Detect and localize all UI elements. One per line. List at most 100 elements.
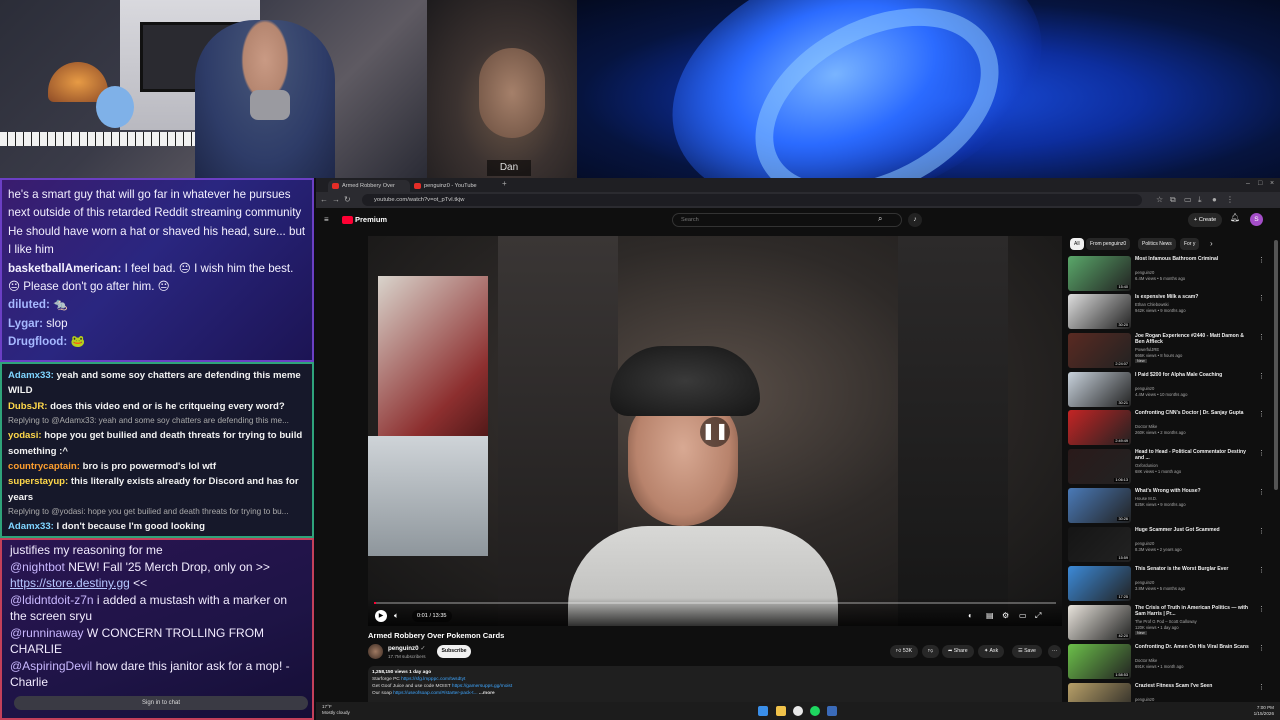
video-thumbnail[interactable]: 17:25: [1068, 566, 1131, 601]
sign-in-to-chat-button[interactable]: Sign in to chat: [14, 696, 308, 710]
more-options-icon[interactable]: ⋮: [1258, 644, 1265, 652]
more-options-icon[interactable]: ⋮: [1258, 410, 1265, 418]
recommended-channel[interactable]: The Prof G Pod – Scott Galloway: [1135, 619, 1197, 624]
video-thumbnail[interactable]: 42:20: [1068, 605, 1131, 640]
chat-username[interactable]: Adamx33:: [8, 370, 54, 381]
browser-tab-video[interactable]: Armed Robbery Over Poke...: [328, 180, 410, 201]
scrollbar[interactable]: [1274, 240, 1278, 490]
recommended-title[interactable]: Craziest Fitness Scam I've Seen: [1135, 683, 1253, 689]
spotify-icon[interactable]: [810, 706, 820, 716]
recommended-channel[interactable]: Ethan Chlebowski: [1135, 302, 1169, 307]
more-options-icon[interactable]: ⋮: [1258, 683, 1265, 691]
more-options-icon[interactable]: ⋮: [1258, 256, 1265, 264]
create-button[interactable]: + Create: [1188, 213, 1222, 227]
description-link[interactable]: https://useofsoap.com/#/starter-pack-t..…: [393, 691, 478, 696]
chip-politics-news[interactable]: Politics News: [1138, 238, 1176, 250]
chat-username[interactable]: Drugflood:: [8, 335, 67, 348]
recommended-channel[interactable]: penguinz0: [1135, 541, 1154, 546]
recommended-video[interactable]: 1:06:13 Head to Head - Political Commenta…: [1068, 449, 1268, 487]
recommended-channel[interactable]: Doctor Mike: [1135, 424, 1157, 429]
recommended-video[interactable]: 30:26 What's Wrong with House? House M.D. 6…: [1068, 488, 1268, 526]
browser-tab-channel[interactable]: penguinz0 - YouTube: [410, 180, 500, 192]
chat-username[interactable]: DubsJR:: [8, 401, 47, 412]
chat-username[interactable]: countrycaptain:: [8, 461, 80, 472]
window-maximize-icon[interactable]: □: [1258, 179, 1262, 189]
recommended-video[interactable]: 42:20 The Crisis of Truth in American Pol…: [1068, 605, 1268, 643]
system-clock[interactable]: 7:00 PM 1/15/2026: [1254, 705, 1274, 717]
window-minimize-icon[interactable]: –: [1246, 179, 1250, 189]
video-thumbnail[interactable]: 15:59: [1068, 527, 1131, 562]
chat-username[interactable]: @runninaway: [10, 626, 84, 640]
pause-overlay-icon[interactable]: ❚❚: [700, 417, 730, 447]
chat-username[interactable]: basketballAmerican:: [8, 262, 121, 275]
chip-for-you[interactable]: For y: [1180, 238, 1200, 250]
description-link[interactable]: https://gamersupps.gg/moist: [452, 684, 512, 689]
chat-username[interactable]: @AspiringDevil: [10, 659, 92, 673]
url-field[interactable]: youtube.com/watch?v=ot_pTvI.tkjw: [362, 194, 1142, 206]
recommended-channel[interactable]: penguinz0: [1135, 580, 1154, 585]
youtube-logo[interactable]: Premium: [342, 215, 387, 225]
chip-from-channel[interactable]: From penguinz0: [1086, 238, 1131, 250]
start-icon[interactable]: [758, 706, 768, 716]
recommended-video[interactable]: 2:24:07 Joe Rogan Experience #2440 - Matt…: [1068, 333, 1268, 371]
recommended-video[interactable]: 2:49:49 Confronting CNN's Doctor | Dr. Sa…: [1068, 410, 1268, 448]
chat-username[interactable]: Lygar:: [8, 317, 43, 330]
more-options-icon[interactable]: ⋮: [1258, 566, 1265, 574]
search-input[interactable]: Search: [672, 213, 902, 227]
more-options-icon[interactable]: ⋮: [1258, 488, 1265, 496]
recommended-channel[interactable]: Oxfordunion: [1135, 463, 1158, 468]
chat-link[interactable]: https://store.destiny.gg: [10, 576, 130, 590]
avatar[interactable]: S: [1250, 213, 1263, 226]
video-thumbnail[interactable]: 15:40: [1068, 256, 1131, 291]
more-options-icon[interactable]: ⋮: [1258, 449, 1265, 457]
ask-button[interactable]: ✦ Ask: [978, 645, 1005, 658]
more-options-icon[interactable]: ⋮: [1258, 605, 1265, 613]
recommended-title[interactable]: I Paid $200 for Alpha Male Coaching: [1135, 372, 1253, 378]
recommended-title[interactable]: Most Infamous Bathroom Criminal: [1135, 256, 1253, 262]
video-thumbnail[interactable]: 2:49:49: [1068, 410, 1131, 445]
recommended-title[interactable]: Joe Rogan Experience #2440 - Matt Damon …: [1135, 333, 1253, 346]
more-actions-icon[interactable]: ⋯: [1048, 645, 1062, 658]
recommended-title[interactable]: Is expensive Milk a scam?: [1135, 294, 1253, 300]
chrome-icon[interactable]: [793, 706, 803, 716]
dislike-button[interactable]: 👎︎: [922, 645, 940, 658]
volume-icon[interactable]: 🔈︎: [394, 611, 399, 621]
chip-all[interactable]: All: [1070, 238, 1084, 250]
download-icon[interactable]: ⤓: [1198, 195, 1202, 205]
recommended-video[interactable]: 1:58:53 Confronting Dr. Amen On His Viral…: [1068, 644, 1268, 682]
subtitles-icon[interactable]: ▤: [986, 611, 994, 621]
menu-icon[interactable]: ⋮: [1226, 195, 1234, 205]
play-button[interactable]: ▶: [375, 610, 387, 622]
recommended-channel[interactable]: PowerfulJRE: [1135, 347, 1159, 352]
recommended-title[interactable]: This Senator is the Worst Burglar Ever: [1135, 566, 1253, 572]
recommended-title[interactable]: The Crisis of Truth in American Politics…: [1135, 605, 1253, 618]
extensions-icon[interactable]: ⧉: [1170, 195, 1176, 205]
miniplayer-icon[interactable]: ▭: [1019, 611, 1027, 621]
share-button[interactable]: ➦ Share: [942, 645, 974, 658]
save-button[interactable]: ☰ Save: [1012, 645, 1042, 658]
recommended-channel[interactable]: House M.D.: [1135, 496, 1157, 501]
video-thumbnail[interactable]: 30:21: [1068, 372, 1131, 407]
recommended-video[interactable]: 15:59 Huge Scammer Just Got Scammed pengui…: [1068, 527, 1268, 565]
chat-username[interactable]: diluted:: [8, 298, 50, 311]
file-explorer-icon[interactable]: [776, 706, 786, 716]
notifications-bell-icon[interactable]: 🔔︎: [1230, 213, 1240, 222]
fullscreen-icon[interactable]: ⤢: [1035, 611, 1041, 621]
video-thumbnail[interactable]: 2:24:07: [1068, 333, 1131, 368]
chat-username[interactable]: Adamx33:: [8, 521, 54, 532]
chat-username[interactable]: yodasi:: [8, 430, 42, 441]
more-options-icon[interactable]: ⋮: [1258, 527, 1265, 535]
video-thumbnail[interactable]: 30:26: [1068, 488, 1131, 523]
video-player[interactable]: ❚❚ ▶ 🔈︎ 0:01 / 13:35 ◐ ▤ ⚙ ▭ ⤢: [368, 236, 1062, 626]
more-options-icon[interactable]: ⋮: [1258, 372, 1265, 380]
video-thumbnail[interactable]: 30:20: [1068, 294, 1131, 329]
recommended-channel[interactable]: Doctor Mike: [1135, 658, 1157, 663]
chat-username[interactable]: @nightbot: [10, 560, 65, 574]
recommended-video[interactable]: 30:21 I Paid $200 for Alpha Male Coaching…: [1068, 372, 1268, 410]
hamburger-menu-icon[interactable]: ≡: [324, 215, 329, 225]
like-button[interactable]: 👍︎ 53K: [890, 645, 919, 658]
autoplay-toggle-icon[interactable]: ◐: [968, 611, 973, 621]
channel-name[interactable]: penguinz0 ✓: [388, 645, 426, 652]
channel-avatar[interactable]: [368, 644, 383, 659]
sidebar-icon[interactable]: ▭: [1184, 195, 1192, 205]
